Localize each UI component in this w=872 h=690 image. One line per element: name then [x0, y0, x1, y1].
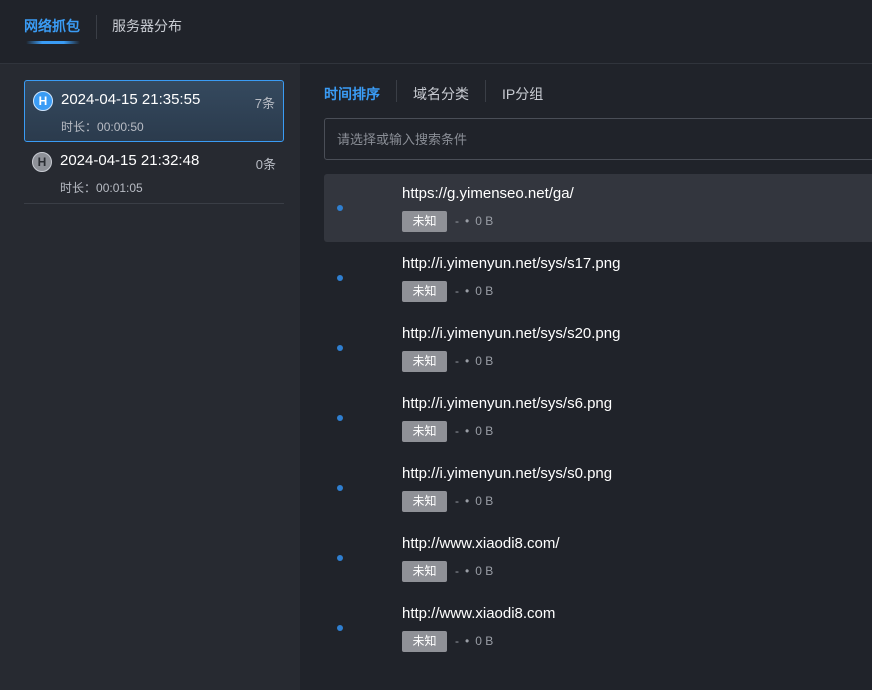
type-tag: 未知 — [402, 561, 447, 582]
status-dot-icon — [337, 625, 343, 631]
request-url: https://g.yimenseo.net/ga/ — [402, 185, 574, 202]
request-row[interactable]: http://i.yimenyun.net/sys/s17.png 未知 - • 0… — [324, 244, 872, 312]
request-row[interactable]: http://www.xiaodi8.com/ 未知 - • 0 B — [324, 524, 872, 592]
request-row[interactable]: http://i.yimenyun.net/sys/s20.png 未知 - • 0… — [324, 314, 872, 382]
http-icon: H — [32, 152, 52, 172]
type-tag: 未知 — [402, 281, 447, 302]
request-row[interactable]: http://i.yimenyun.net/sys/s6.png 未知 - • 0 … — [324, 384, 872, 452]
status-dot-icon — [337, 345, 343, 351]
type-tag: 未知 — [402, 421, 447, 442]
session-time: 2024-04-15 21:32:48 — [60, 152, 200, 169]
session-duration: 时长：00:01:05 — [60, 181, 143, 195]
request-meta: - • 0 B — [455, 214, 494, 228]
tab-group-by-ip[interactable]: IP分组 — [502, 84, 543, 104]
status-dot-icon — [337, 485, 343, 491]
session-time: 2024-04-15 21:35:55 — [61, 91, 201, 108]
request-meta: - • 0 B — [455, 424, 494, 438]
request-url: http://i.yimenyun.net/sys/s20.png — [402, 325, 621, 342]
http-icon: H — [33, 91, 53, 111]
request-meta: - • 0 B — [455, 564, 494, 578]
request-row[interactable]: http://i.yimenyun.net/sys/s0.png 未知 - • 0 … — [324, 454, 872, 522]
status-dot-icon — [337, 415, 343, 421]
request-row[interactable]: https://g.yimenseo.net/ga/ 未知 - • 0 B — [324, 174, 872, 242]
session-sidebar: H 2024-04-15 21:35:55 7条 时长：00:00:50 H 2… — [0, 64, 300, 690]
session-item[interactable]: H 2024-04-15 21:32:48 0条 时长：00:01:05 — [24, 142, 284, 204]
session-duration: 时长：00:00:50 — [61, 120, 144, 134]
session-item[interactable]: H 2024-04-15 21:35:55 7条 时长：00:00:50 — [24, 80, 284, 142]
tab-packet-capture[interactable]: 网络抓包 — [24, 16, 80, 44]
request-row[interactable]: http://www.xiaodi8.com 未知 - • 0 B — [324, 594, 872, 662]
tab-server-distribution[interactable]: 服务器分布 — [112, 16, 182, 36]
type-tag: 未知 — [402, 351, 447, 372]
request-url: http://i.yimenyun.net/sys/s0.png — [402, 465, 613, 482]
tab-sort-by-time[interactable]: 时间排序 — [324, 84, 380, 104]
type-tag: 未知 — [402, 631, 447, 652]
status-dot-icon — [337, 275, 343, 281]
type-tag: 未知 — [402, 491, 447, 512]
request-meta: - • 0 B — [455, 494, 494, 508]
search-input[interactable] — [324, 118, 872, 160]
request-url: http://i.yimenyun.net/sys/s6.png — [402, 395, 613, 412]
request-url: http://www.xiaodi8.com — [402, 605, 556, 622]
session-count: 7条 — [254, 96, 275, 111]
session-count: 0条 — [255, 157, 276, 172]
top-bar: 网络抓包 服务器分布 — [0, 0, 872, 64]
request-meta: - • 0 B — [455, 284, 494, 298]
request-url: http://www.xiaodi8.com/ — [402, 535, 560, 552]
status-dot-icon — [337, 555, 343, 561]
request-meta: - • 0 B — [455, 354, 494, 368]
tab-divider — [96, 15, 97, 39]
tab-group-by-domain[interactable]: 域名分类 — [413, 84, 469, 104]
request-url: http://i.yimenyun.net/sys/s17.png — [402, 255, 621, 272]
filter-divider — [396, 80, 397, 102]
type-tag: 未知 — [402, 211, 447, 232]
status-dot-icon — [337, 205, 343, 211]
request-meta: - • 0 B — [455, 634, 494, 648]
filter-divider — [485, 80, 486, 102]
